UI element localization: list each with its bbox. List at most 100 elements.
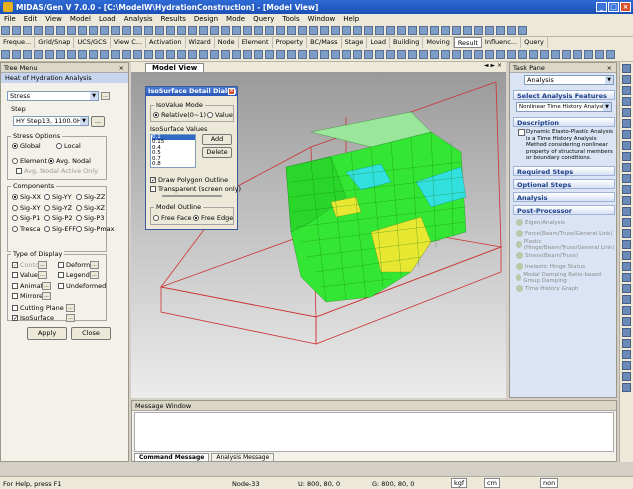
tab-heat-of-hydration[interactable]: Heat of Hydration Analysis xyxy=(1,73,128,83)
result-type-more-button[interactable]: ... xyxy=(101,92,110,100)
isosurface-more-button[interactable]: ... xyxy=(66,314,75,322)
component-radio-sig-pmax[interactable]: Sig-Pmax xyxy=(76,225,115,233)
view-tool-icon[interactable] xyxy=(622,64,631,73)
toolbar-tool-icon[interactable] xyxy=(430,50,439,59)
view-tool-icon[interactable] xyxy=(622,273,631,282)
deform-more-button[interactable]: ... xyxy=(90,261,99,269)
cutting-plane-checkbox[interactable]: Cutting Plane xyxy=(12,304,64,312)
view-tool-icon[interactable] xyxy=(622,119,631,128)
toolbar-tool-icon[interactable] xyxy=(243,26,252,35)
view-tool-icon[interactable] xyxy=(622,163,631,172)
toolbar-tool-icon[interactable] xyxy=(265,26,274,35)
component-radio-sig-p2[interactable]: Sig-P2 xyxy=(44,214,72,222)
toolbar-tool-icon[interactable] xyxy=(100,50,109,59)
view-tool-icon[interactable] xyxy=(622,218,631,227)
toolbar-tool-icon[interactable] xyxy=(353,26,362,35)
length-unit-select[interactable]: cm xyxy=(484,478,500,488)
toolbar-tool-icon[interactable] xyxy=(397,26,406,35)
toolbar-tool-icon[interactable] xyxy=(452,26,461,35)
toolbar-tool-icon[interactable] xyxy=(441,26,450,35)
toolbar-tool-icon[interactable] xyxy=(463,26,472,35)
toolbar-tool-icon[interactable] xyxy=(573,50,582,59)
add-button[interactable]: Add xyxy=(202,134,232,145)
toolbar-tool-icon[interactable] xyxy=(12,50,21,59)
view-tool-icon[interactable] xyxy=(622,251,631,260)
toolbar-tool-icon[interactable] xyxy=(386,50,395,59)
toolbar-tool-icon[interactable] xyxy=(111,26,120,35)
menu-design[interactable]: Design xyxy=(194,15,218,23)
toolbar-tool-icon[interactable] xyxy=(485,26,494,35)
post-processor-item[interactable]: Stress(Beam/Truss) xyxy=(516,250,616,261)
menu-mode[interactable]: Mode xyxy=(226,15,245,23)
toolbar-tool-icon[interactable] xyxy=(320,26,329,35)
toolbar-tool-icon[interactable] xyxy=(232,26,241,35)
apply-button[interactable]: Apply xyxy=(27,327,67,340)
toolbar-tool-icon[interactable] xyxy=(199,50,208,59)
toolbar-tool-icon[interactable] xyxy=(89,50,98,59)
post-processor-item[interactable]: Eigen/Analysis xyxy=(516,217,616,228)
toolbar-tool-icon[interactable] xyxy=(419,26,428,35)
view-tool-icon[interactable] xyxy=(622,196,631,205)
component-radio-tresca[interactable]: Tresca xyxy=(12,225,41,233)
view-tool-icon[interactable] xyxy=(622,141,631,150)
toolbar-tool-icon[interactable] xyxy=(397,50,406,59)
legend-checkbox[interactable]: Legend xyxy=(58,271,90,279)
view-tool-icon[interactable] xyxy=(622,75,631,84)
toolbar-tool-icon[interactable] xyxy=(309,50,318,59)
toolbar-tool-icon[interactable] xyxy=(254,26,263,35)
view-nav-arrows[interactable]: ◄ ► × xyxy=(484,62,502,69)
component-radio-sig-xx[interactable]: Sig-XX xyxy=(12,193,41,201)
free-face-radio[interactable]: Free Face xyxy=(153,214,192,222)
tab-model-view[interactable]: Model View xyxy=(145,63,205,72)
toolbar-tool-icon[interactable] xyxy=(298,26,307,35)
tab-freque[interactable]: Freque... xyxy=(0,37,36,48)
component-radio-sig-p1[interactable]: Sig-P1 xyxy=(12,214,40,222)
tab-ucsgcs[interactable]: UCS/GCS xyxy=(74,37,111,48)
analysis-header[interactable]: Analysis xyxy=(513,192,615,202)
toolbar-tool-icon[interactable] xyxy=(1,26,10,35)
contour-more-button[interactable]: ... xyxy=(38,261,47,269)
menu-analysis[interactable]: Analysis xyxy=(124,15,153,23)
toolbar-tool-icon[interactable] xyxy=(155,50,164,59)
post-processor-item[interactable]: Plastic (Hinge/Beam/Truss/General Link) xyxy=(516,239,616,251)
values-more-button[interactable]: ... xyxy=(38,271,47,279)
toolbar-tool-icon[interactable] xyxy=(56,50,65,59)
toolbar-tool-icon[interactable] xyxy=(23,50,32,59)
toolbar-tool-icon[interactable] xyxy=(144,26,153,35)
toolbar-tool-icon[interactable] xyxy=(331,50,340,59)
view-tool-icon[interactable] xyxy=(622,108,631,117)
toolbar-tool-icon[interactable] xyxy=(364,26,373,35)
toolbar-tool-icon[interactable] xyxy=(474,50,483,59)
view-tool-icon[interactable] xyxy=(622,306,631,315)
menu-view[interactable]: View xyxy=(45,15,62,23)
view-tool-icon[interactable] xyxy=(622,229,631,238)
local-radio[interactable]: Local xyxy=(56,142,81,150)
view-tool-icon[interactable] xyxy=(622,174,631,183)
post-processor-item[interactable]: Inelastic Hinge Status xyxy=(516,261,616,272)
menu-file[interactable]: File xyxy=(4,15,16,23)
animate-more-button[interactable]: ... xyxy=(42,282,51,290)
component-radio-sig-xy[interactable]: Sig-XY xyxy=(12,204,41,212)
cutting-plane-more-button[interactable]: ... xyxy=(66,304,75,312)
toolbar-tool-icon[interactable] xyxy=(67,26,76,35)
close-panel-button[interactable]: Close xyxy=(71,327,111,340)
toolbar-tool-icon[interactable] xyxy=(496,26,505,35)
step-select[interactable]: HY Step13, 1100.0Hr ▼ xyxy=(13,116,89,126)
view-tool-icon[interactable] xyxy=(622,383,631,392)
view-tool-icon[interactable] xyxy=(622,284,631,293)
component-radio-sig-yz[interactable]: Sig-YZ xyxy=(44,204,72,212)
toolbar-tool-icon[interactable] xyxy=(78,26,87,35)
toolbar-tool-icon[interactable] xyxy=(342,50,351,59)
tab-gridsnap[interactable]: Grid/Snap xyxy=(35,37,75,48)
values-checkbox[interactable]: Values xyxy=(12,271,41,279)
component-radio-sig-xz[interactable]: Sig-XZ xyxy=(76,204,105,212)
toolbar-tool-icon[interactable] xyxy=(276,26,285,35)
description-header[interactable]: Description xyxy=(513,117,615,127)
toolbar-tool-icon[interactable] xyxy=(111,50,120,59)
view-tool-icon[interactable] xyxy=(622,317,631,326)
toolbar-tool-icon[interactable] xyxy=(496,50,505,59)
view-tool-icon[interactable] xyxy=(622,86,631,95)
toolbar-tool-icon[interactable] xyxy=(463,50,472,59)
toolbar-tool-icon[interactable] xyxy=(353,50,362,59)
close-icon[interactable]: × xyxy=(119,63,124,73)
